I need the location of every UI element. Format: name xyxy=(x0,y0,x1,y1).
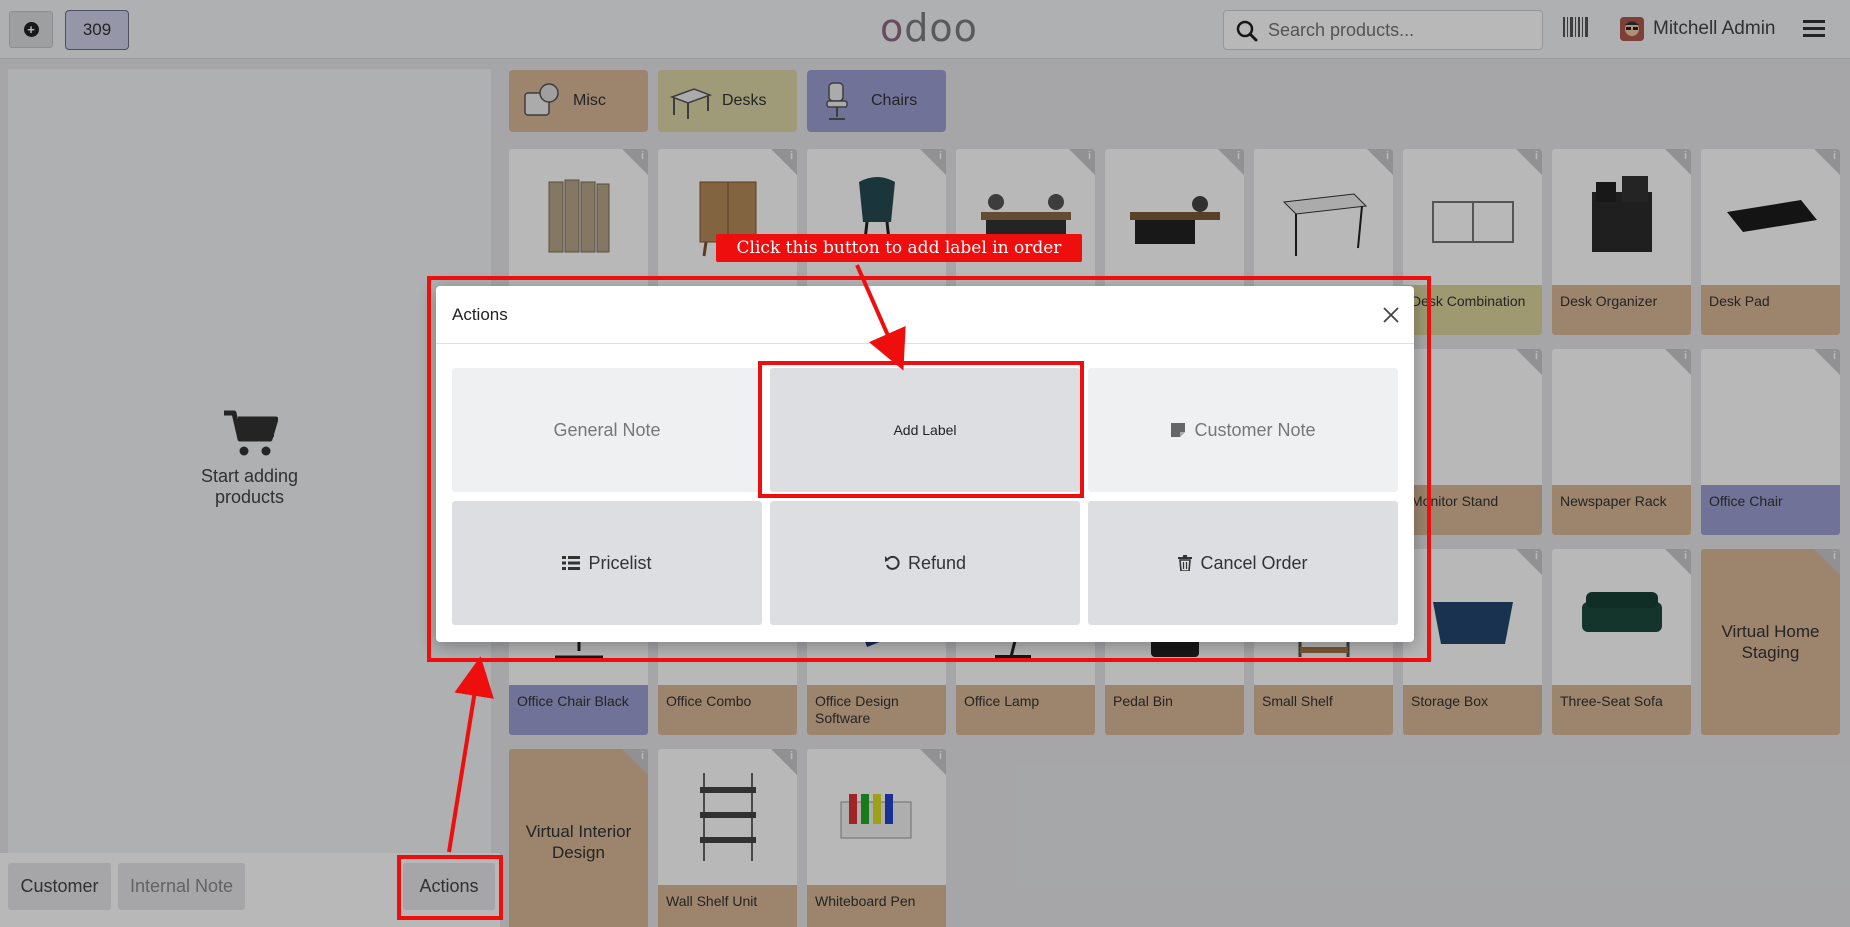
annotation-arrows xyxy=(447,264,906,853)
arrow-to-add-label xyxy=(855,264,906,371)
arrow-to-dialog xyxy=(447,656,494,853)
